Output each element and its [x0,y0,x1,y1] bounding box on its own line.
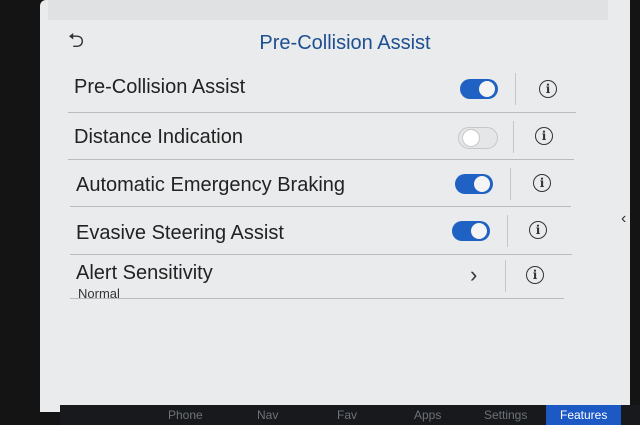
alert-sensitivity-value: Normal [78,286,120,301]
nav-item-features[interactable]: Features [546,405,622,425]
nav-item-settings[interactable]: Settings [484,408,527,422]
bottom-nav: Phone Nav Fav Apps Settings Features [60,405,640,425]
row-divider [510,168,511,200]
row-divider [505,260,506,292]
setting-label: Automatic Emergency Braking [76,174,346,196]
nav-item-fav[interactable]: Fav [337,408,357,422]
toggle-knob [471,223,487,239]
setting-row-evasive-steering-assist[interactable]: Evasive Steering Assist i [70,208,572,255]
setting-row-distance-indication[interactable]: Distance Indication i [68,113,574,160]
chevron-left-icon[interactable]: ‹ [621,210,626,228]
toggle-knob [479,81,495,97]
setting-row-automatic-emergency-braking[interactable]: Automatic Emergency Braking i [70,160,571,207]
toggle-knob [474,176,490,192]
automatic-emergency-braking-toggle[interactable] [455,174,493,194]
setting-label: Pre-Collision Assist [74,76,246,98]
page-header: ⮌ Pre-Collision Assist [60,22,590,62]
setting-label: Alert Sensitivity [76,262,213,284]
nav-item-apps[interactable]: Apps [414,408,441,422]
nav-item-phone[interactable]: Phone [168,408,203,422]
toggle-knob [462,129,480,147]
nav-item-nav[interactable]: Nav [257,408,278,422]
setting-row-pre-collision-assist[interactable]: Pre-Collision Assist i [68,66,576,113]
page-title: Pre-Collision Assist [259,32,431,54]
setting-label: Evasive Steering Assist [76,222,284,244]
distance-indication-toggle[interactable] [458,127,498,149]
pre-collision-assist-toggle[interactable] [460,79,498,99]
info-icon[interactable]: i [533,174,551,192]
setting-label: Distance Indication [74,126,243,148]
info-icon[interactable]: i [539,80,557,98]
info-icon[interactable]: i [535,127,553,145]
info-icon[interactable]: i [526,266,544,284]
chevron-right-icon[interactable]: › [470,262,477,288]
top-status-strip [48,0,608,20]
evasive-steering-assist-toggle[interactable] [452,221,490,241]
setting-row-alert-sensitivity[interactable]: Alert Sensitivity Normal › i [70,254,564,301]
row-divider [507,215,508,247]
row-divider [515,73,516,105]
info-icon[interactable]: i [529,221,547,239]
row-divider [513,121,514,153]
